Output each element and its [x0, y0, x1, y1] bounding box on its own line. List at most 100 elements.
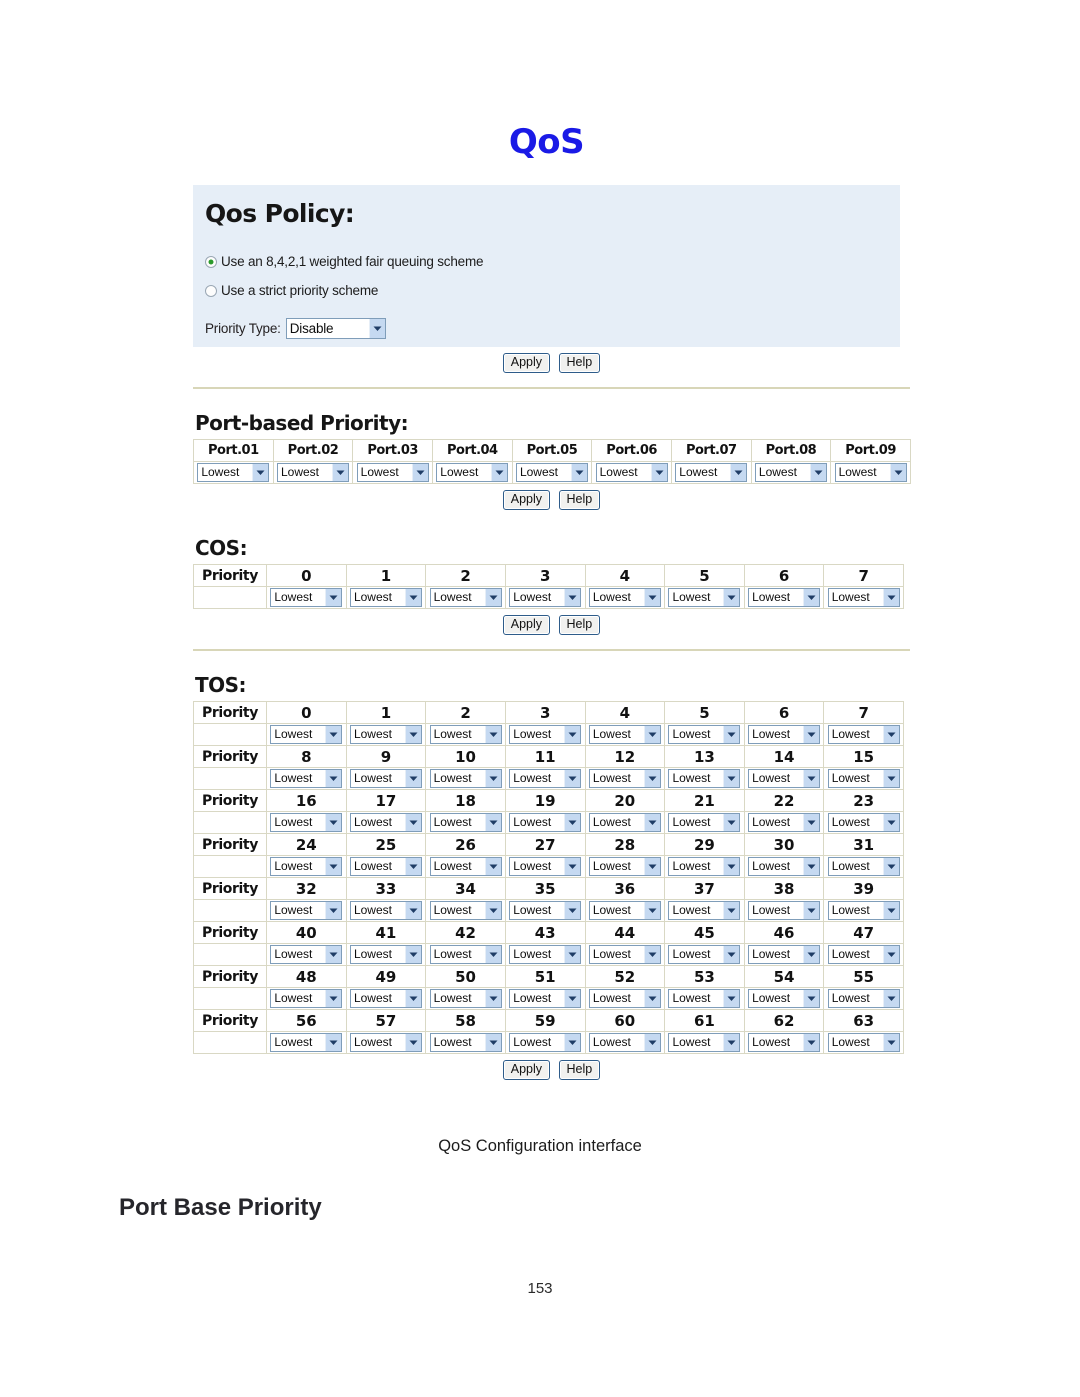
tos-priority-select-4-6[interactable]: Lowest — [748, 901, 821, 920]
chevron-down-icon[interactable] — [325, 770, 342, 787]
tos-priority-select-1-7[interactable]: Lowest — [827, 769, 900, 788]
cos-priority-select-3[interactable]: Lowest — [509, 588, 582, 607]
chevron-down-icon[interactable] — [643, 902, 660, 919]
tos-priority-select-7-4[interactable]: Lowest — [588, 1033, 661, 1052]
radio-wfq-icon[interactable] — [205, 255, 217, 268]
chevron-down-icon[interactable] — [404, 726, 421, 743]
port-priority-select-6[interactable]: Lowest — [675, 463, 748, 482]
tos-priority-select-2-2[interactable]: Lowest — [429, 813, 502, 832]
chevron-down-icon[interactable] — [564, 589, 581, 606]
chevron-down-icon[interactable] — [803, 814, 820, 831]
tos-priority-select-5-1[interactable]: Lowest — [349, 945, 422, 964]
chevron-down-icon[interactable] — [882, 770, 899, 787]
tos-priority-select-6-3[interactable]: Lowest — [509, 989, 582, 1008]
chevron-down-icon[interactable] — [404, 814, 421, 831]
chevron-down-icon[interactable] — [882, 814, 899, 831]
chevron-down-icon[interactable] — [564, 814, 581, 831]
chevron-down-icon[interactable] — [331, 464, 348, 481]
chevron-down-icon[interactable] — [325, 858, 342, 875]
chevron-down-icon[interactable] — [643, 858, 660, 875]
chevron-down-icon[interactable] — [484, 990, 501, 1007]
tos-priority-select-1-0[interactable]: Lowest — [270, 769, 343, 788]
cos-priority-select-7[interactable]: Lowest — [827, 588, 900, 607]
tos-priority-select-4-7[interactable]: Lowest — [827, 901, 900, 920]
chevron-down-icon[interactable] — [882, 902, 899, 919]
chevron-down-icon[interactable] — [723, 902, 740, 919]
policy-help-button[interactable]: Help — [558, 353, 601, 373]
chevron-down-icon[interactable] — [484, 814, 501, 831]
chevron-down-icon[interactable] — [325, 726, 342, 743]
chevron-down-icon[interactable] — [643, 726, 660, 743]
tos-priority-select-2-0[interactable]: Lowest — [270, 813, 343, 832]
port-priority-select-4[interactable]: Lowest — [515, 463, 588, 482]
chevron-down-icon[interactable] — [564, 990, 581, 1007]
chevron-down-icon[interactable] — [570, 464, 587, 481]
chevron-down-icon[interactable] — [404, 858, 421, 875]
chevron-down-icon[interactable] — [404, 1034, 421, 1051]
chevron-down-icon[interactable] — [643, 589, 660, 606]
radio-strict-icon[interactable] — [205, 284, 217, 297]
chevron-down-icon[interactable] — [484, 902, 501, 919]
tos-priority-select-5-7[interactable]: Lowest — [827, 945, 900, 964]
chevron-down-icon[interactable] — [723, 858, 740, 875]
chevron-down-icon[interactable] — [484, 589, 501, 606]
tos-priority-select-1-5[interactable]: Lowest — [668, 769, 741, 788]
chevron-down-icon[interactable] — [325, 589, 342, 606]
chevron-down-icon[interactable] — [484, 770, 501, 787]
chevron-down-icon[interactable] — [723, 814, 740, 831]
tos-priority-select-3-0[interactable]: Lowest — [270, 857, 343, 876]
tos-priority-select-4-3[interactable]: Lowest — [509, 901, 582, 920]
chevron-down-icon[interactable] — [484, 726, 501, 743]
chevron-down-icon[interactable] — [889, 464, 906, 481]
tos-priority-select-1-2[interactable]: Lowest — [429, 769, 502, 788]
chevron-down-icon[interactable] — [809, 464, 826, 481]
tos-help-button[interactable]: Help — [558, 1060, 601, 1080]
chevron-down-icon[interactable] — [491, 464, 508, 481]
chevron-down-icon[interactable] — [325, 814, 342, 831]
tos-priority-select-7-0[interactable]: Lowest — [270, 1033, 343, 1052]
chevron-down-icon[interactable] — [325, 1034, 342, 1051]
tos-priority-select-3-1[interactable]: Lowest — [349, 857, 422, 876]
chevron-down-icon[interactable] — [484, 946, 501, 963]
port-priority-select-0[interactable]: Lowest — [197, 463, 270, 482]
chevron-down-icon[interactable] — [564, 1034, 581, 1051]
chevron-down-icon[interactable] — [643, 946, 660, 963]
chevron-down-icon[interactable] — [723, 990, 740, 1007]
policy-option-wfq[interactable]: Use an 8,4,2,1 weighted fair queuing sch… — [205, 254, 900, 269]
tos-priority-select-2-5[interactable]: Lowest — [668, 813, 741, 832]
tos-priority-select-4-2[interactable]: Lowest — [429, 901, 502, 920]
port-based-apply-button[interactable]: Apply — [502, 490, 551, 510]
port-based-help-button[interactable]: Help — [558, 490, 601, 510]
cos-priority-select-1[interactable]: Lowest — [349, 588, 422, 607]
port-priority-select-1[interactable]: Lowest — [276, 463, 349, 482]
tos-priority-select-7-7[interactable]: Lowest — [827, 1033, 900, 1052]
chevron-down-icon[interactable] — [252, 464, 269, 481]
chevron-down-icon[interactable] — [484, 858, 501, 875]
tos-priority-select-1-4[interactable]: Lowest — [588, 769, 661, 788]
chevron-down-icon[interactable] — [723, 1034, 740, 1051]
chevron-down-icon[interactable] — [803, 946, 820, 963]
chevron-down-icon[interactable] — [643, 1034, 660, 1051]
chevron-down-icon[interactable] — [411, 464, 428, 481]
tos-priority-select-5-0[interactable]: Lowest — [270, 945, 343, 964]
chevron-down-icon[interactable] — [404, 990, 421, 1007]
chevron-down-icon[interactable] — [564, 858, 581, 875]
chevron-down-icon[interactable] — [564, 726, 581, 743]
port-priority-select-5[interactable]: Lowest — [595, 463, 668, 482]
chevron-down-icon[interactable] — [325, 902, 342, 919]
tos-priority-select-3-6[interactable]: Lowest — [748, 857, 821, 876]
chevron-down-icon[interactable] — [723, 770, 740, 787]
chevron-down-icon[interactable] — [484, 1034, 501, 1051]
tos-priority-select-3-3[interactable]: Lowest — [509, 857, 582, 876]
chevron-down-icon[interactable] — [803, 990, 820, 1007]
cos-apply-button[interactable]: Apply — [502, 615, 551, 635]
chevron-down-icon[interactable] — [404, 589, 421, 606]
tos-priority-select-4-0[interactable]: Lowest — [270, 901, 343, 920]
chevron-down-icon[interactable] — [564, 946, 581, 963]
tos-priority-select-1-3[interactable]: Lowest — [509, 769, 582, 788]
cos-priority-select-2[interactable]: Lowest — [429, 588, 502, 607]
tos-priority-select-0-6[interactable]: Lowest — [748, 725, 821, 744]
chevron-down-icon[interactable] — [882, 589, 899, 606]
chevron-down-icon[interactable] — [723, 589, 740, 606]
port-priority-select-7[interactable]: Lowest — [754, 463, 827, 482]
